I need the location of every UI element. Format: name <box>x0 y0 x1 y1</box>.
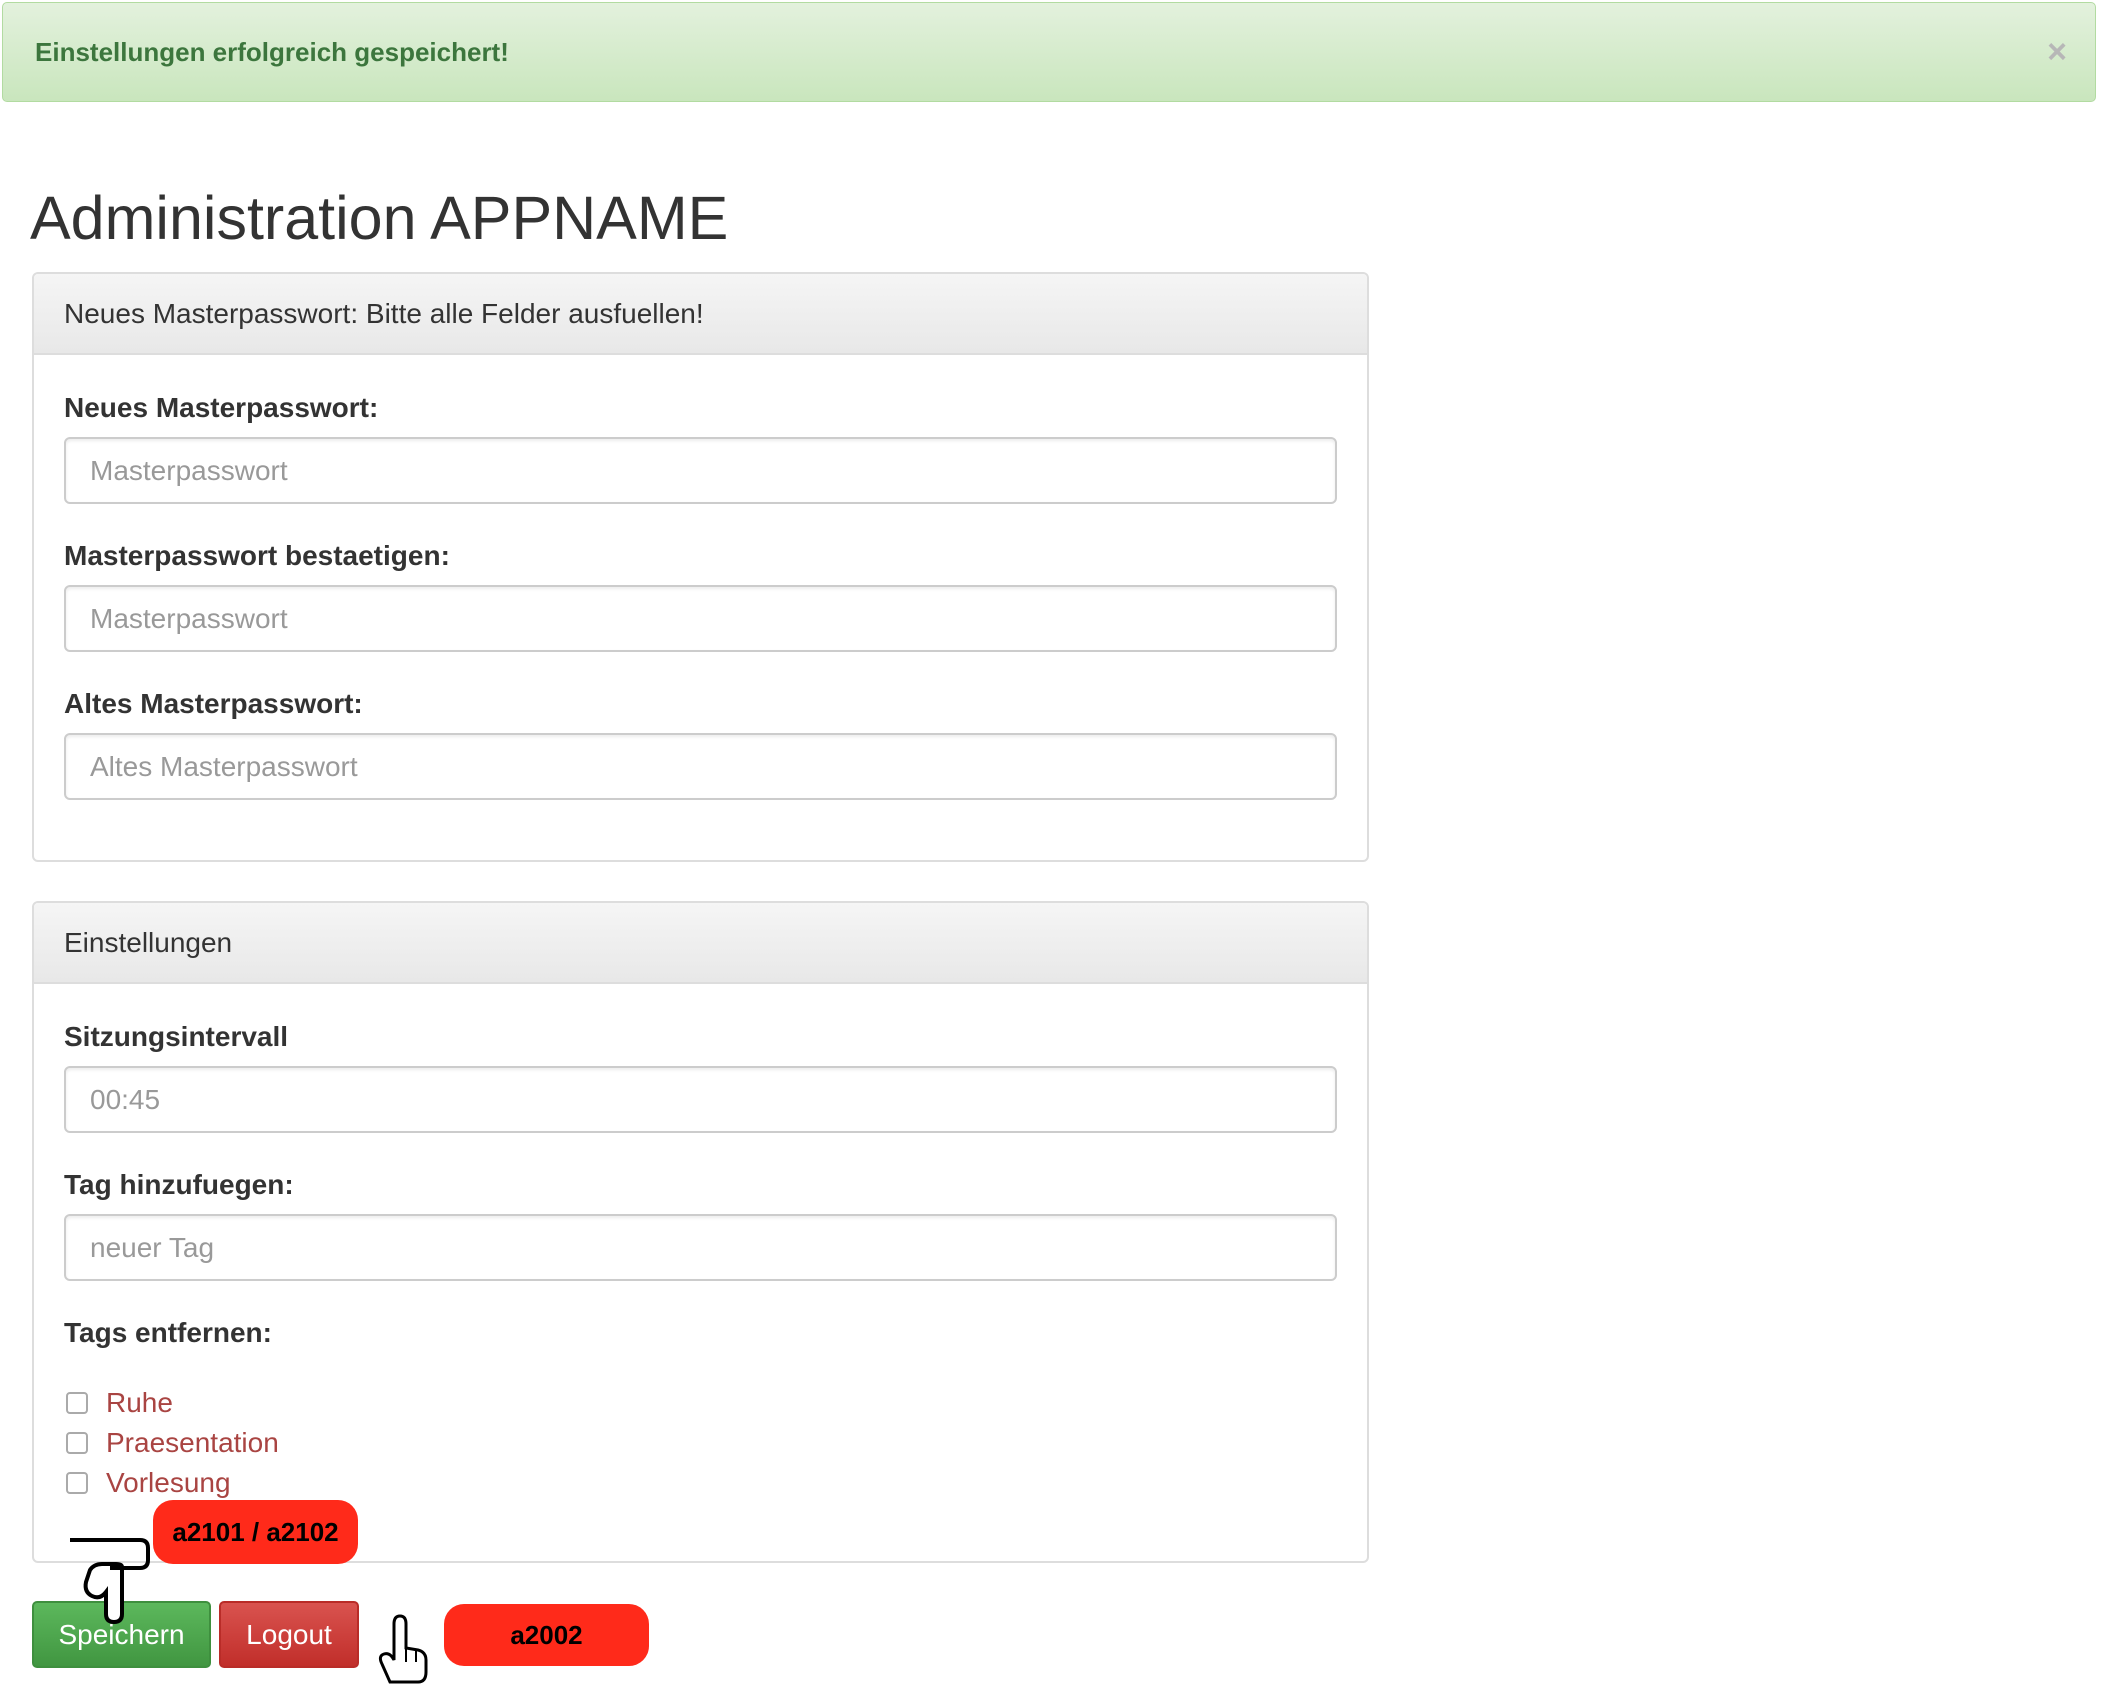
password-panel: Neues Masterpasswort: Bitte alle Felder … <box>32 272 1369 862</box>
password-panel-heading: Neues Masterpasswort: Bitte alle Felder … <box>34 274 1367 355</box>
success-alert: Einstellungen erfolgreich gespeichert! × <box>2 2 2096 102</box>
add-tag-label: Tag hinzufuegen: <box>64 1169 294 1200</box>
tag-label-praesentation[interactable]: Praesentation <box>106 1427 279 1459</box>
logout-annotation-badge: a2002 <box>444 1604 649 1666</box>
new-password-input[interactable] <box>64 437 1337 504</box>
settings-panel: Einstellungen Sitzungsintervall Tag hinz… <box>32 901 1369 1563</box>
confirm-password-input[interactable] <box>64 585 1337 652</box>
tag-item-vorlesung[interactable]: Vorlesung <box>66 1467 231 1499</box>
new-password-label: Neues Masterpasswort: <box>64 392 379 423</box>
tag-item-ruhe[interactable]: Ruhe <box>66 1387 173 1419</box>
alert-message: Einstellungen erfolgreich gespeichert! <box>35 36 509 67</box>
confirm-password-label: Masterpasswort bestaetigen: <box>64 540 450 571</box>
old-password-label: Altes Masterpasswort: <box>64 688 363 719</box>
old-password-input[interactable] <box>64 733 1337 800</box>
session-interval-label: Sitzungsintervall <box>64 1021 289 1052</box>
tag-checkbox-ruhe[interactable] <box>66 1392 88 1414</box>
hand-pointer-icon <box>70 1538 150 1625</box>
close-icon[interactable]: × <box>2047 35 2067 69</box>
tag-label-vorlesung[interactable]: Vorlesung <box>106 1467 231 1499</box>
settings-panel-heading: Einstellungen <box>34 903 1367 984</box>
add-tag-input[interactable] <box>64 1214 1337 1281</box>
tag-checkbox-vorlesung[interactable] <box>66 1472 88 1494</box>
tag-item-praesentation[interactable]: Praesentation <box>66 1427 279 1459</box>
tag-label-ruhe[interactable]: Ruhe <box>106 1387 173 1419</box>
logout-button[interactable]: Logout <box>219 1601 359 1668</box>
page-title: Administration APPNAME <box>30 184 729 252</box>
remove-tags-label: Tags entfernen: <box>64 1317 272 1348</box>
session-interval-input[interactable] <box>64 1066 1337 1133</box>
save-annotation-badge: a2101 / a2102 <box>153 1500 358 1564</box>
hand-pointer-icon <box>378 1614 428 1684</box>
tag-checkbox-praesentation[interactable] <box>66 1432 88 1454</box>
